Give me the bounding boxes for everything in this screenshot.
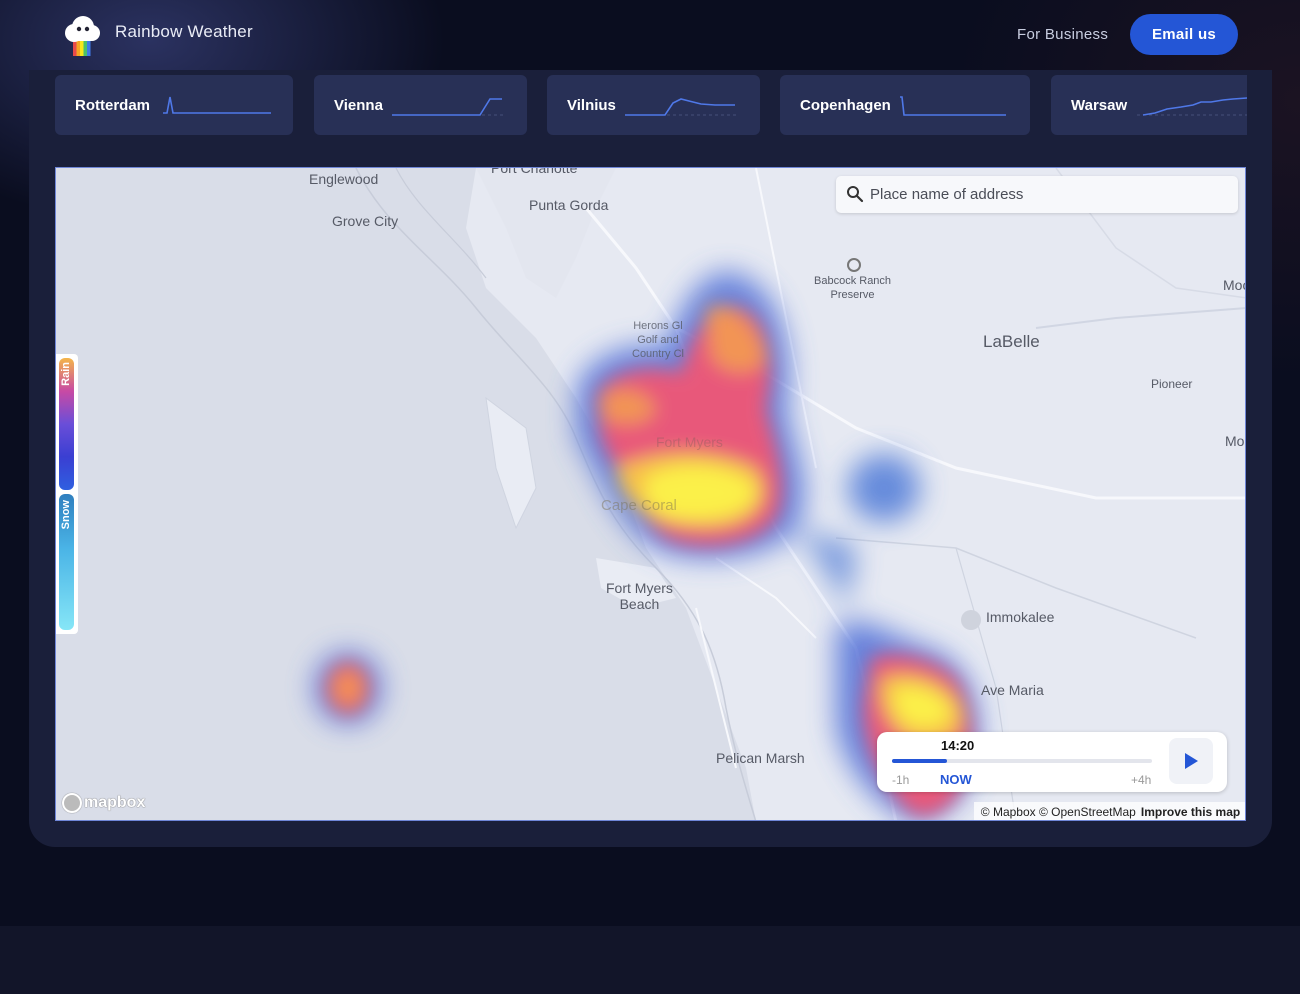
mapbox-wordmark: mapbox — [84, 794, 146, 811]
legend-rain-label: Rain — [60, 362, 72, 386]
map-label-moo: Moo — [1223, 277, 1245, 293]
timeline-end-label: +4h — [1131, 773, 1152, 787]
city-card-copenhagen[interactable]: Copenhagen — [780, 75, 1030, 135]
map-label-fort-myers: Fort Myers — [656, 434, 723, 450]
precipitation-legend: Rain Snow — [56, 354, 78, 634]
nav-link-for-business[interactable]: For Business — [1017, 26, 1108, 43]
attribution-text[interactable]: © Mapbox © OpenStreetMap — [981, 805, 1136, 819]
site-header: Rainbow Weather For Business Email us — [0, 0, 1300, 70]
city-name: Vilnius — [567, 96, 616, 114]
city-card-vienna[interactable]: Vienna — [314, 75, 527, 135]
email-us-button[interactable]: Email us — [1130, 14, 1238, 55]
sparkline-chart — [900, 96, 1006, 116]
city-name: Copenhagen — [800, 96, 891, 114]
mapbox-logo[interactable]: mapbox — [62, 793, 145, 813]
footer-band — [0, 926, 1300, 994]
app-title[interactable]: Rainbow Weather — [115, 22, 253, 42]
current-time-label: 14:20 — [941, 738, 975, 753]
map-label-pioneer: Pioneer — [1151, 377, 1193, 391]
map-label-mor: Mor — [1225, 433, 1245, 449]
city-card-warsaw[interactable]: Warsaw — [1051, 75, 1247, 135]
timeline-slider[interactable] — [892, 759, 1152, 763]
map-label-englewood: Englewood — [309, 171, 379, 187]
sparkline-chart — [625, 98, 737, 116]
map-label-ave-maria: Ave Maria — [981, 682, 1044, 698]
sparkline-chart — [392, 98, 504, 116]
place-search-box[interactable] — [836, 176, 1238, 213]
city-name: Rotterdam — [75, 96, 151, 114]
timeline-now-label[interactable]: NOW — [940, 772, 972, 787]
map-label-herons-glen: Herons Gl Golf and Country Cl — [632, 320, 684, 360]
map-label-pelican-marsh: Pelican Marsh — [716, 750, 805, 766]
map-base-layer — [56, 168, 1245, 820]
city-card-vilnius[interactable]: Vilnius — [547, 75, 760, 135]
map-attribution: © Mapbox © OpenStreetMap Improve this ma… — [974, 802, 1245, 820]
legend-snow-label: Snow — [60, 500, 72, 530]
weather-radar-map[interactable]: Port Charlotte Englewood Grove City Punt… — [55, 167, 1246, 821]
city-name: Warsaw — [1071, 96, 1128, 114]
play-icon — [1185, 753, 1198, 769]
sparkline-chart — [1137, 97, 1247, 116]
play-button[interactable] — [1169, 738, 1213, 784]
map-label-immokalee: Immokalee — [986, 609, 1055, 625]
map-label-cape-coral: Cape Coral — [601, 497, 677, 514]
map-label-labelle: LaBelle — [983, 332, 1040, 351]
rainbow-cloud-logo-icon[interactable] — [62, 14, 102, 58]
map-label-fort-myers-beach: Fort Myers Beach — [606, 580, 673, 612]
map-label-punta-gorda: Punta Gorda — [529, 197, 609, 213]
city-card-rotterdam[interactable]: Rotterdam — [55, 75, 293, 135]
mapbox-logo-icon — [62, 793, 82, 813]
sparkline-chart — [163, 96, 271, 114]
search-icon — [847, 186, 864, 203]
timeline-progress — [892, 759, 947, 763]
city-name: Vienna — [334, 96, 383, 114]
timeline-start-label: -1h — [892, 773, 910, 787]
map-label-port-charlotte: Port Charlotte — [491, 167, 578, 176]
improve-map-link[interactable]: Improve this map — [1141, 805, 1240, 819]
place-search-input[interactable] — [870, 176, 1230, 213]
map-label-grove-city: Grove City — [332, 213, 399, 229]
radar-timeline-control: 14:20 -1h NOW +4h — [877, 732, 1227, 792]
map-label-babcock-ranch: Babcock Ranch Preserve — [814, 275, 892, 301]
